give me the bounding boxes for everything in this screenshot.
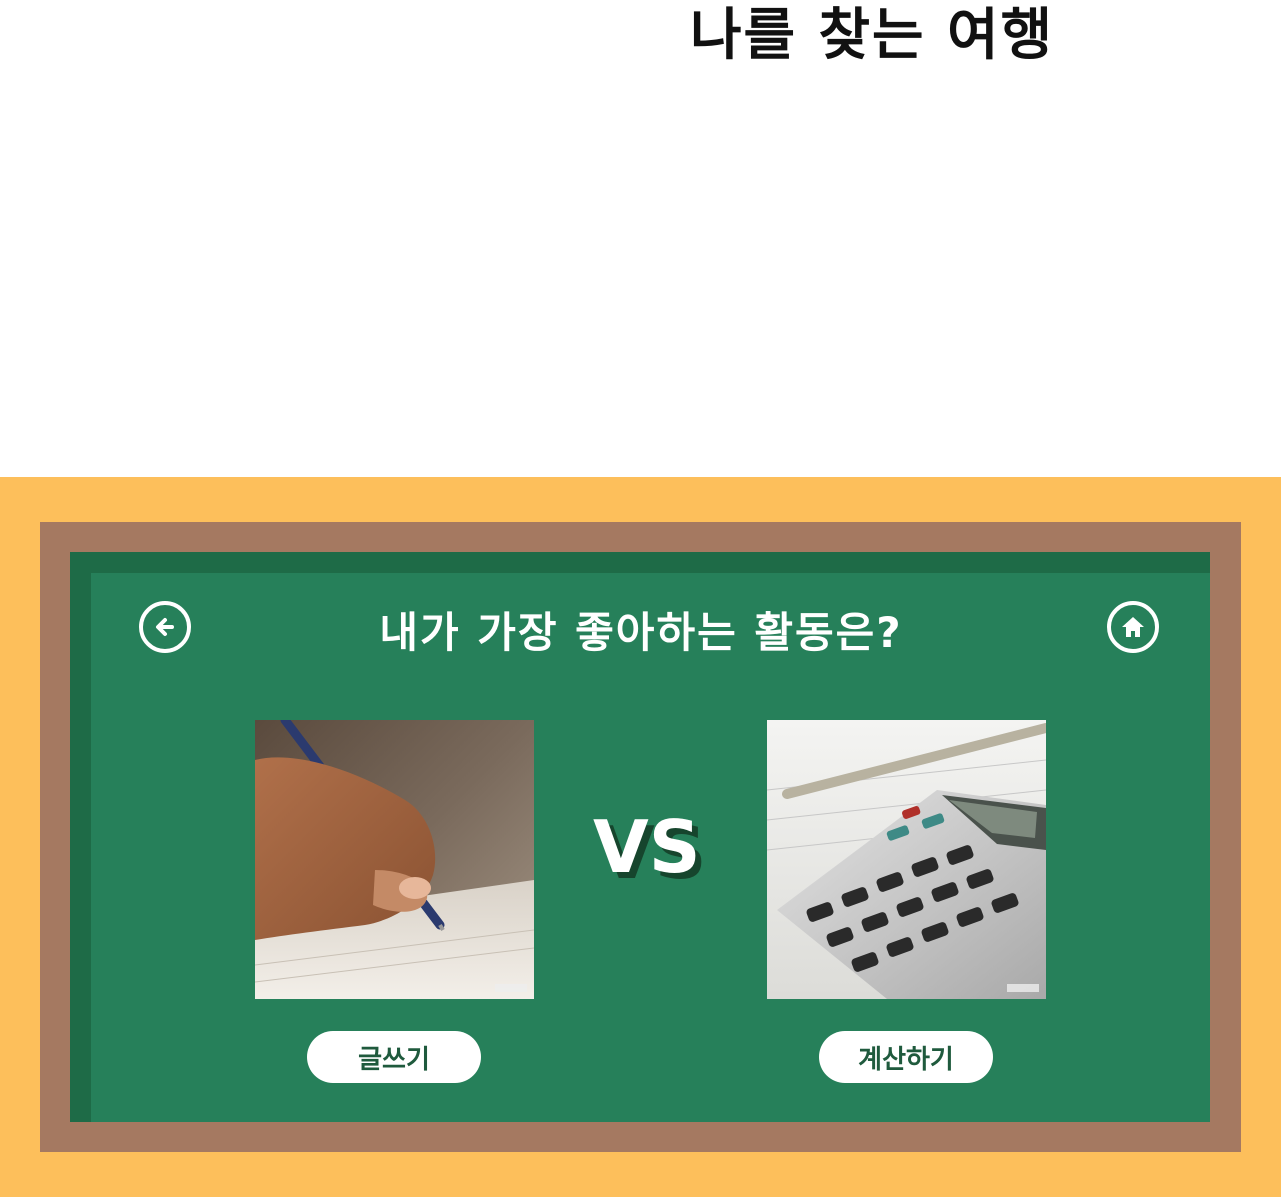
writing-choice-button[interactable]: 글쓰기	[307, 1031, 481, 1083]
writing-hand-pen-photo	[255, 720, 534, 999]
home-button[interactable]	[1107, 601, 1159, 653]
chalkboard: 내가 가장 좋아하는 활동은? VS 글쓰기 계산하기	[91, 573, 1210, 1122]
chalkboard-outer-frame: 내가 가장 좋아하는 활동은? VS 글쓰기 계산하기	[0, 477, 1281, 1197]
app-title: 나를 찾는 여행	[690, 3, 1055, 68]
chalkboard-edge: 내가 가장 좋아하는 활동은? VS 글쓰기 계산하기	[70, 552, 1210, 1122]
calculator-pen-photo	[767, 720, 1046, 999]
chalkboard-wood-frame: 내가 가장 좋아하는 활동은? VS 글쓰기 계산하기	[40, 522, 1241, 1152]
calculation-choice-image[interactable]	[767, 720, 1046, 999]
home-icon	[1122, 617, 1144, 637]
calculation-choice-button[interactable]: 계산하기	[819, 1031, 993, 1083]
question-title: 내가 가장 좋아하는 활동은?	[379, 608, 903, 657]
vs-label: VS	[593, 805, 701, 889]
writing-choice-image[interactable]	[255, 720, 534, 999]
